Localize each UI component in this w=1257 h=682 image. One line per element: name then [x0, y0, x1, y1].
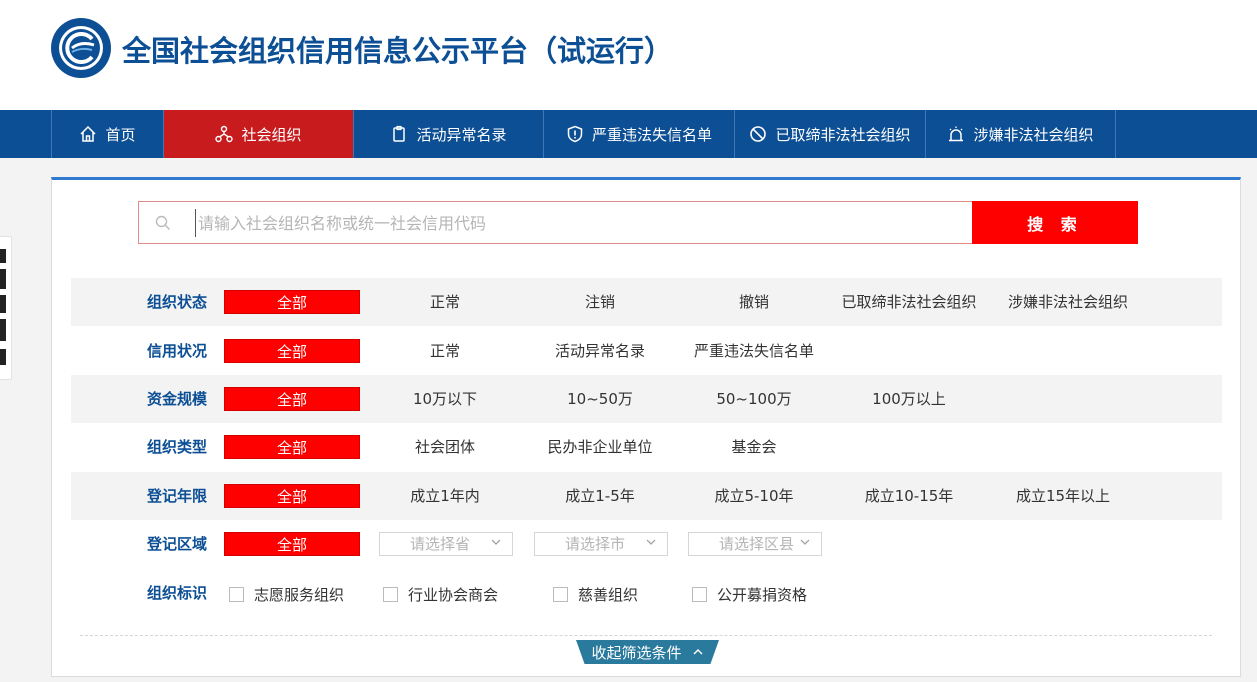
chevron-up-icon [693, 649, 702, 655]
alarm-icon [949, 126, 964, 142]
filter-all-button[interactable]: 全部 [224, 339, 360, 363]
nav-divider [1115, 110, 1116, 158]
province-select-placeholder: 请选择省 [410, 535, 471, 553]
filter-option[interactable]: 注销 [525, 278, 675, 326]
filter-label: 组织状态 [146, 293, 207, 311]
main-nav: 首页 社会组织 活动异常名录 严重违法失信名单 已取缔非法社会组织 涉嫌非法社会… [0, 110, 1257, 158]
chevron-down-icon [646, 539, 656, 545]
checkbox-label: 行业协会商会 [408, 585, 499, 604]
filter-option[interactable]: 成立1-5年 [525, 472, 675, 520]
home-icon [80, 125, 97, 142]
filter-row-region: 登记区域 全部 请选择省 请选择市 请选择区县 [71, 520, 1222, 568]
checkbox-label: 公开募捐资格 [717, 585, 808, 604]
site-title: 全国社会组织信用信息公示平台（试运行） [122, 34, 674, 68]
filter-all-button[interactable]: 全部 [224, 435, 360, 459]
clipboard-icon [393, 125, 406, 142]
filter-option[interactable]: 活动异常名录 [525, 327, 675, 375]
province-select[interactable]: 请选择省 [379, 532, 513, 556]
nav-item-label: 活动异常名录 [416, 125, 507, 144]
nav-item-label: 社会组织 [241, 125, 302, 144]
nav-item-label: 涉嫌非法社会组织 [973, 125, 1094, 144]
search-icon [155, 215, 170, 230]
nav-item-label: 首页 [105, 125, 136, 144]
nav-item-home[interactable]: 首页 [51, 110, 163, 158]
collapse-filters-button[interactable]: 收起筛选条件 [576, 640, 719, 664]
ban-icon [750, 126, 767, 142]
filter-label: 资金规模 [146, 390, 207, 408]
nav-item-social-org[interactable]: 社会组织 [163, 110, 353, 158]
filter-all-button[interactable]: 全部 [224, 532, 360, 556]
tag-checkbox-volunteer[interactable]: 志愿服务组织 [229, 584, 344, 604]
filter-row-status: 组织状态 全部 正常 注销 撤销 已取缔非法社会组织 涉嫌非法社会组织 [71, 278, 1222, 326]
filter-option[interactable]: 撤销 [679, 278, 829, 326]
filter-option[interactable]: 10万以下 [370, 375, 520, 423]
checkbox-box[interactable] [229, 586, 244, 602]
filter-option[interactable]: 成立1年内 [370, 472, 520, 520]
chevron-down-icon [800, 539, 810, 545]
tag-checkbox-charity[interactable]: 慈善组织 [553, 584, 638, 604]
site-logo-icon[interactable] [50, 17, 112, 79]
filter-row-tags: 组织标识 志愿服务组织 行业协会商会 慈善组织 公开募捐资格 [71, 569, 1222, 617]
filter-label: 组织标识 [146, 584, 207, 602]
filter-panel: 搜 索 组织状态 全部 正常 注销 撤销 已取缔非法社会组织 涉嫌非法社会组织 … [51, 177, 1241, 677]
site-header: 全国社会组织信用信息公示平台（试运行） [0, 0, 1257, 110]
side-float-tab[interactable] [0, 236, 12, 380]
filter-option[interactable]: 成立15年以上 [988, 472, 1138, 520]
filter-row-type: 组织类型 全部 社会团体 民办非企业单位 基金会 [71, 423, 1222, 471]
filter-all-button[interactable]: 全部 [224, 290, 360, 314]
filter-option[interactable]: 正常 [370, 278, 520, 326]
county-select[interactable]: 请选择区县 [688, 532, 822, 556]
filter-divider [80, 635, 1212, 636]
filter-label: 登记年限 [146, 487, 207, 505]
filter-label: 组织类型 [146, 438, 207, 456]
search-box [138, 201, 973, 244]
tag-checkbox-industry-association[interactable]: 行业协会商会 [383, 584, 498, 604]
filter-option[interactable]: 正常 [370, 327, 520, 375]
filter-row-capital: 资金规模 全部 10万以下 10~50万 50~100万 100万以上 [71, 375, 1222, 423]
collapse-label: 收起筛选条件 [591, 643, 682, 662]
filter-option[interactable]: 成立10-15年 [834, 472, 984, 520]
nav-item-abnormal-list[interactable]: 活动异常名录 [353, 110, 543, 158]
chevron-down-icon [491, 539, 501, 545]
nav-item-blacklist[interactable]: 严重违法失信名单 [543, 110, 734, 158]
nav-item-label: 已取缔非法社会组织 [775, 125, 911, 144]
filter-option[interactable]: 基金会 [679, 423, 829, 471]
checkbox-label: 慈善组织 [578, 585, 639, 604]
checkbox-label: 志愿服务组织 [254, 585, 345, 604]
nav-item-label: 严重违法失信名单 [591, 125, 712, 144]
nav-item-suspected-illegal[interactable]: 涉嫌非法社会组织 [925, 110, 1115, 158]
filter-option[interactable]: 10~50万 [525, 375, 675, 423]
filter-all-button[interactable]: 全部 [224, 387, 360, 411]
filter-option[interactable]: 50~100万 [679, 375, 829, 423]
checkbox-box[interactable] [692, 586, 707, 602]
filter-row-credit: 信用状况 全部 正常 活动异常名录 严重违法失信名单 [71, 327, 1222, 375]
filter-all-button[interactable]: 全部 [224, 484, 360, 508]
nav-item-banned-orgs[interactable]: 已取缔非法社会组织 [734, 110, 925, 158]
city-select[interactable]: 请选择市 [534, 532, 668, 556]
filter-option[interactable]: 已取缔非法社会组织 [841, 278, 977, 326]
search-button[interactable]: 搜 索 [972, 201, 1138, 244]
filter-option[interactable]: 100万以上 [834, 375, 984, 423]
county-select-placeholder: 请选择区县 [719, 535, 795, 553]
filter-label: 登记区域 [146, 535, 207, 553]
filter-row-years: 登记年限 全部 成立1年内 成立1-5年 成立5-10年 成立10-15年 成立… [71, 472, 1222, 520]
shield-alert-icon [567, 125, 583, 143]
filter-option[interactable]: 成立5-10年 [679, 472, 829, 520]
checkbox-box[interactable] [553, 586, 568, 602]
checkbox-box[interactable] [383, 586, 398, 602]
filter-option[interactable]: 社会团体 [370, 423, 520, 471]
city-select-placeholder: 请选择市 [565, 535, 626, 553]
filter-option[interactable]: 严重违法失信名单 [679, 327, 829, 375]
tag-checkbox-public-fundraising[interactable]: 公开募捐资格 [692, 584, 807, 604]
filter-label: 信用状况 [146, 342, 207, 360]
filter-option[interactable]: 民办非企业单位 [525, 423, 675, 471]
search-input[interactable] [195, 209, 955, 237]
org-network-icon [215, 125, 234, 143]
filter-option[interactable]: 涉嫌非法社会组织 [988, 278, 1148, 326]
